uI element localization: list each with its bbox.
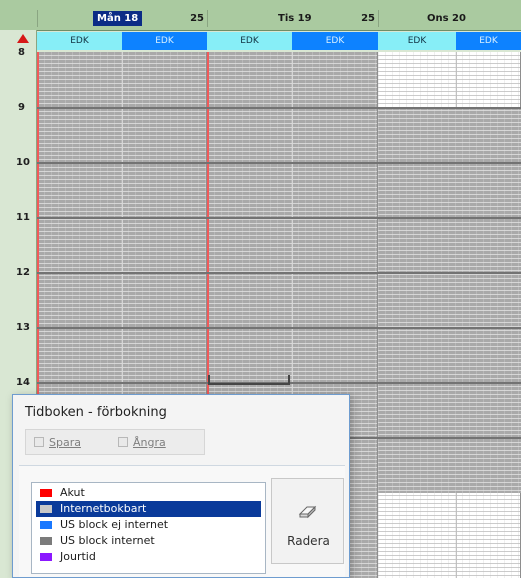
booking-type-panel: Akut Internetbokbart US block ej interne… xyxy=(19,465,345,577)
booking-type-us-block-internet[interactable]: US block internet xyxy=(36,533,261,549)
hour-label-10: 10 xyxy=(16,157,30,168)
day-count-mon: 25 xyxy=(190,13,204,24)
delete-button-label: Radera xyxy=(287,534,330,548)
resource-header-mon-2[interactable]: EDK xyxy=(122,32,207,50)
calendar-booking-screen: Mån 18 25 Tis 19 25 Ons 20 EDK EDK EDK E… xyxy=(0,0,521,578)
delete-button[interactable]: Radera xyxy=(271,478,344,564)
hour-line xyxy=(37,272,521,274)
undo-button-label: Ångra xyxy=(133,436,166,449)
hour-label-8: 8 xyxy=(18,47,25,58)
day-count-tue: 25 xyxy=(361,13,375,24)
resource-header-tue-1[interactable]: EDK xyxy=(207,32,292,50)
booking-type-list[interactable]: Akut Internetbokbart US block ej interne… xyxy=(31,482,266,574)
booking-type-label: Internetbokbart xyxy=(60,502,147,515)
red-swatch xyxy=(40,489,52,497)
booked-block-wednesday[interactable] xyxy=(378,107,521,493)
booking-type-internetbokbart[interactable]: Internetbokbart xyxy=(36,501,261,517)
day-header-wed[interactable]: Ons 20 xyxy=(378,10,521,27)
booking-type-label: Jourtid xyxy=(60,550,96,563)
resource-header-wed-1[interactable]: EDK xyxy=(378,32,456,50)
dark-grey-swatch xyxy=(40,537,52,545)
booking-type-us-block-ej-internet[interactable]: US block ej internet xyxy=(36,517,261,533)
booking-type-label: US block internet xyxy=(60,534,155,547)
booking-type-label: US block ej internet xyxy=(60,518,169,531)
triangle-up-icon[interactable] xyxy=(17,34,29,43)
resource-header-tue-2[interactable]: EDK xyxy=(292,32,378,50)
undo-button[interactable]: Ångra xyxy=(118,434,166,452)
hour-label-13: 13 xyxy=(16,322,30,333)
preliminary-booking-dialog[interactable]: Tidboken - förbokning Spara Ångra Akut I… xyxy=(12,394,350,578)
selection-bracket[interactable] xyxy=(208,375,290,385)
purple-swatch xyxy=(40,553,52,561)
day-header-mon[interactable]: Mån 18 25 xyxy=(37,10,207,27)
hour-label-14: 14 xyxy=(16,377,30,388)
save-button-label: Spara xyxy=(49,436,81,449)
hour-label-11: 11 xyxy=(16,212,30,223)
dialog-toolbar: Spara Ångra xyxy=(25,429,205,455)
day-label-tue: Tis 19 xyxy=(278,13,312,24)
dialog-title: Tidboken - förbokning xyxy=(25,405,167,420)
hour-line xyxy=(37,162,521,164)
blue-swatch xyxy=(40,521,52,529)
booking-type-jourtid[interactable]: Jourtid xyxy=(36,549,261,565)
day-header-tue[interactable]: Tis 19 25 xyxy=(207,10,378,27)
save-icon xyxy=(34,437,44,447)
day-label-wed: Ons 20 xyxy=(427,13,466,24)
resource-header-wed-2[interactable]: EDK xyxy=(456,32,521,50)
hour-label-9: 9 xyxy=(18,102,25,113)
hour-line xyxy=(37,217,521,219)
undo-icon xyxy=(118,437,128,447)
save-button[interactable]: Spara xyxy=(34,434,81,452)
eraser-icon xyxy=(298,505,317,519)
hour-label-12: 12 xyxy=(16,267,30,278)
booking-type-akut[interactable]: Akut xyxy=(36,485,261,501)
grey-swatch xyxy=(40,505,52,513)
day-label-mon: Mån 18 xyxy=(93,11,143,26)
booking-type-label: Akut xyxy=(60,486,85,499)
hour-line xyxy=(37,107,521,109)
hour-line xyxy=(37,327,521,329)
resource-header-mon-1[interactable]: EDK xyxy=(37,32,122,50)
